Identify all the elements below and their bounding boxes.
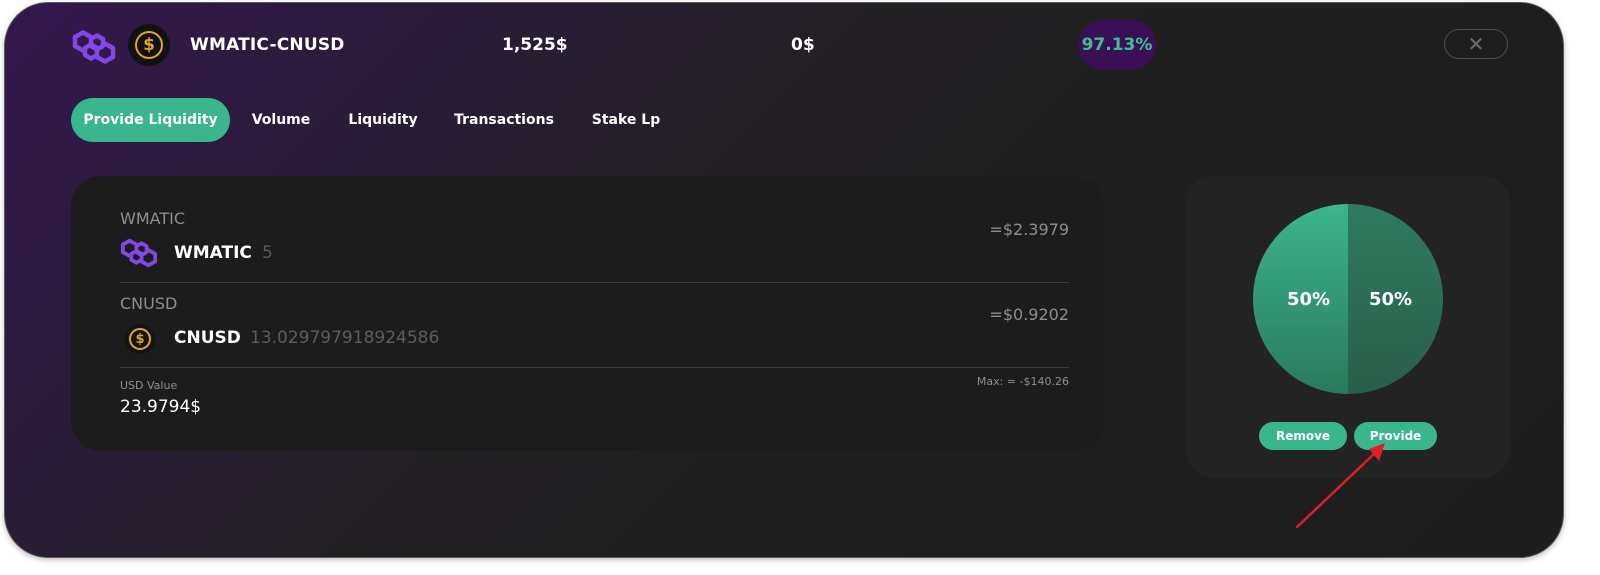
- token-a-usd-value: =$2.3979: [989, 220, 1069, 239]
- tab-volume[interactable]: Volume: [241, 98, 321, 142]
- annotation-arrow-icon: [1295, 443, 1385, 529]
- pie-label-left: 50%: [1287, 289, 1331, 310]
- tab-stake-lp[interactable]: Stake Lp: [583, 98, 669, 142]
- cnusd-coin-icon: $: [128, 24, 170, 66]
- tab-transactions[interactable]: Transactions: [447, 98, 561, 142]
- tab-liquidity[interactable]: Liquidity: [341, 98, 425, 142]
- divider: [120, 282, 1069, 283]
- dollar-coin-icon: $: [125, 324, 155, 354]
- pool-volume-value: 0$: [791, 35, 815, 55]
- tab-provide-liquidity[interactable]: Provide Liquidity: [71, 98, 230, 142]
- polygon-logo-icon: [71, 27, 117, 67]
- token-b-label: CNUSD: [120, 294, 178, 313]
- pool-liquidity-value: 1,525$: [502, 35, 568, 55]
- pie-label-right: 50%: [1369, 289, 1413, 310]
- token-a-name: WMATIC: [174, 243, 252, 263]
- token-b-usd-value: =$0.9202: [989, 305, 1069, 324]
- apr-badge: 97.13%: [1078, 20, 1156, 70]
- ratio-pie-chart: [1253, 204, 1443, 394]
- close-icon: ✕: [1467, 32, 1485, 56]
- divider: [120, 367, 1069, 368]
- token-a-amount-input[interactable]: 5: [262, 243, 273, 263]
- token-a-label: WMATIC: [120, 209, 185, 228]
- usd-value: 23.9794$: [120, 397, 202, 417]
- polygon-icon: [119, 236, 159, 274]
- max-amount-text: Max: = -$140.26: [976, 375, 1069, 388]
- ratio-panel: 50% 50% Remove Provide: [1185, 176, 1511, 478]
- token-b-name: CNUSD: [174, 328, 241, 348]
- close-button[interactable]: ✕: [1444, 29, 1508, 59]
- token-b-amount-input[interactable]: 13.029797918924586: [250, 328, 439, 348]
- pool-pair-title: WMATIC-CNUSD: [190, 35, 345, 55]
- usd-value-label: USD Value: [120, 379, 178, 392]
- liquidity-input-panel: WMATIC WMATIC 5 =$2.3979 CNUSD $ CNUSD 1…: [71, 176, 1103, 451]
- pool-details-card: $ WMATIC-CNUSD 1,525$ 0$ 97.13% ✕ Provid…: [4, 2, 1564, 558]
